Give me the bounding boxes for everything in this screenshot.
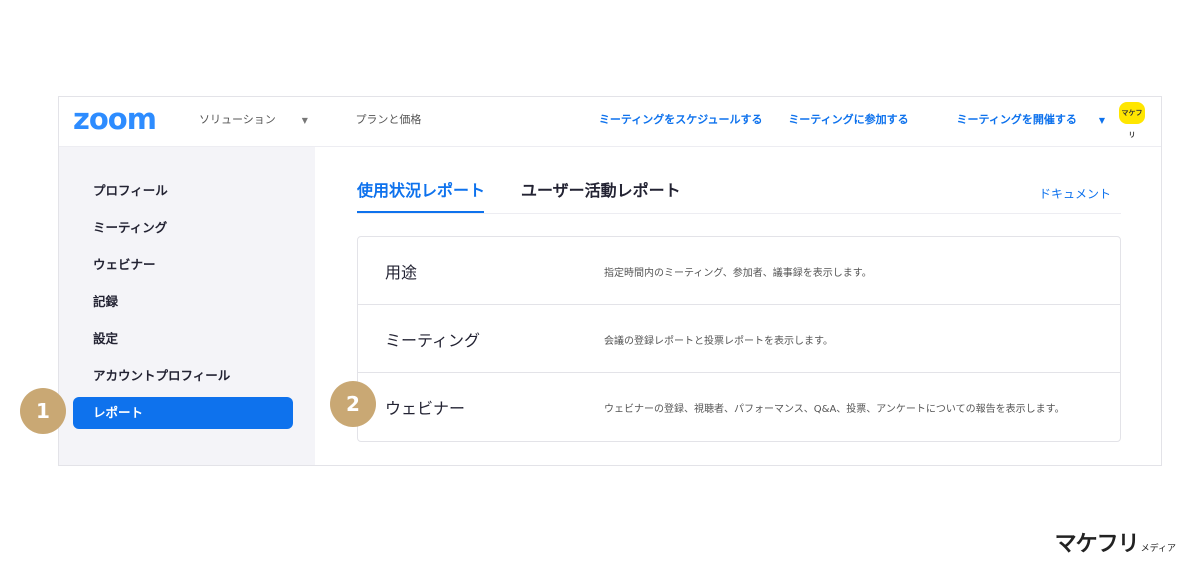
avatar[interactable]: マケフリ (1119, 102, 1145, 139)
row-title: ミーティング (385, 331, 481, 350)
brand-watermark: マケフリ メディア (1055, 526, 1176, 558)
brand-name: マケフリ (1054, 532, 1140, 557)
report-row-usage[interactable]: 用途 指定時間内のミーティング、参加者、議事録を表示します。 (358, 237, 1120, 305)
chevron-down-icon: ▼ (301, 116, 308, 125)
zoom-web-window: zoom ソリューション ▼ プランと価格 ミーティングをスケジュールする ミーテ… (58, 96, 1162, 466)
nav-solutions[interactable]: ソリューション ▼ (199, 113, 330, 126)
row-title: 用途 (385, 263, 418, 282)
nav-left: ソリューション ▼ プランと価格 (199, 111, 443, 127)
row-title: ウェビナー (385, 399, 466, 418)
join-meeting-link[interactable]: ミーティングに参加する (788, 113, 908, 126)
report-row-webinar[interactable]: ウェビナー ウェビナーの登録、視聴者、パフォーマンス、Q&A、投票、アンケートに… (358, 373, 1120, 441)
host-meeting-link[interactable]: ミーティングを開催する ▼ (935, 113, 1106, 126)
chevron-down-icon: ▼ (1098, 116, 1105, 125)
brand-suffix: メディア (1140, 544, 1176, 554)
tab-user-activity-reports[interactable]: ユーザー活動レポート (521, 177, 681, 201)
schedule-meeting-link[interactable]: ミーティングをスケジュールする (599, 113, 763, 126)
zoom-logo[interactable]: zoom (73, 103, 157, 135)
documents-link[interactable]: ドキュメント (1039, 185, 1111, 202)
top-nav-bar: zoom ソリューション ▼ プランと価格 ミーティングをスケジュールする ミーテ… (59, 97, 1161, 147)
row-description: ウェビナーの登録、視聴者、パフォーマンス、Q&A、投票、アンケートについての報告… (604, 404, 1065, 415)
row-description: 指定時間内のミーティング、参加者、議事録を表示します。 (604, 268, 872, 279)
nav-right: ミーティングをスケジュールする ミーティングに参加する ミーティングを開催する ▼ (577, 111, 1105, 127)
report-list: 用途 指定時間内のミーティング、参加者、議事録を表示します。 ミーティング 会議… (357, 236, 1121, 442)
row-description: 会議の登録レポートと投票レポートを表示します。 (604, 336, 833, 347)
tab-usage-reports[interactable]: 使用状況レポート (357, 177, 485, 201)
sidebar-item-reports[interactable]: レポート (73, 397, 293, 429)
sidebar-item-settings[interactable]: 設定 (73, 323, 293, 355)
step-marker-1: 1 (20, 388, 66, 434)
step-marker-2: 2 (330, 381, 376, 427)
sidebar-item-webinars[interactable]: ウェビナー (73, 249, 293, 281)
sidebar-item-account-profile[interactable]: アカウントプロフィール (73, 360, 293, 392)
active-tab-underline (357, 211, 484, 213)
sidebar: プロフィール ミーティング ウェビナー 記録 設定 アカウントプロフィール レポ… (59, 147, 315, 465)
sidebar-item-profile[interactable]: プロフィール (73, 175, 293, 207)
sidebar-item-meetings[interactable]: ミーティング (73, 212, 293, 244)
report-tabs: 使用状況レポート ユーザー活動レポート ドキュメント (357, 173, 1121, 214)
nav-pricing[interactable]: プランと価格 (355, 113, 421, 126)
report-row-meeting[interactable]: ミーティング 会議の登録レポートと投票レポートを表示します。 (358, 305, 1120, 373)
sidebar-item-recordings[interactable]: 記録 (73, 286, 293, 318)
